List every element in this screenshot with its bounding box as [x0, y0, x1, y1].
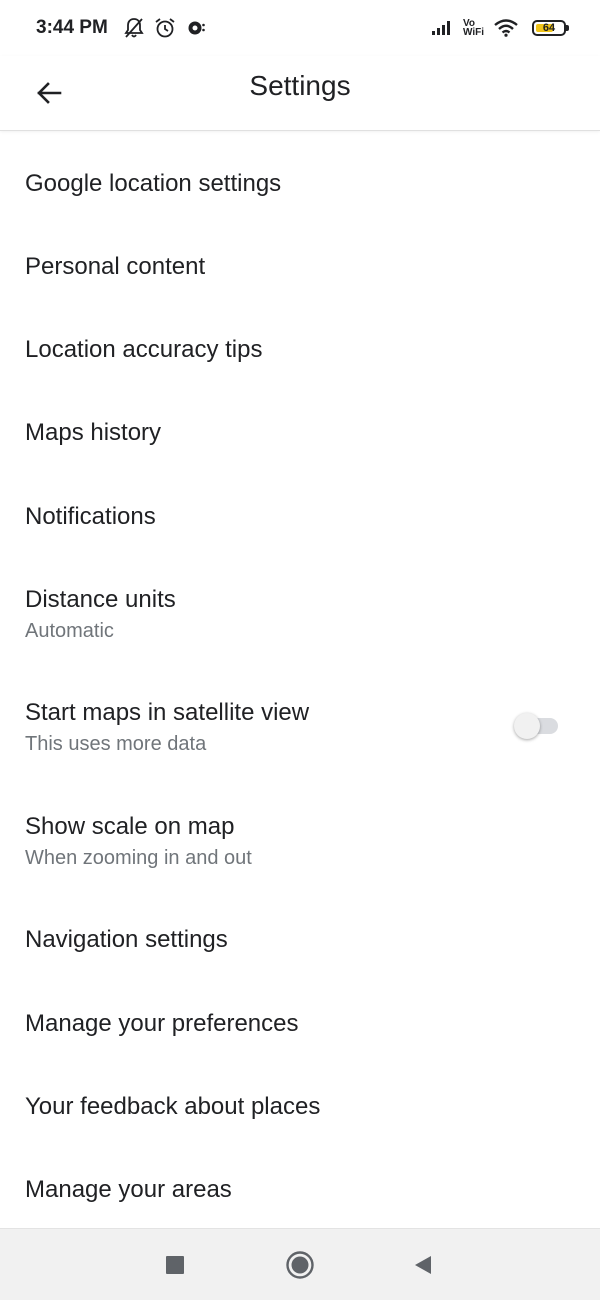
- setting-feedback-places[interactable]: Your feedback about places: [0, 1092, 600, 1122]
- status-bar: 3:44 PM Vo WiFi 64: [0, 0, 600, 56]
- battery-level: 64: [542, 22, 556, 34]
- notifications-off-icon: [124, 17, 144, 39]
- setting-title: Manage your areas: [25, 1176, 232, 1203]
- setting-subtitle: When zooming in and out: [25, 847, 252, 869]
- setting-personal-content[interactable]: Personal content: [0, 252, 600, 282]
- recents-square-icon: [166, 1256, 184, 1274]
- setting-title: Manage your preferences: [25, 1010, 299, 1037]
- status-right: Vo WiFi 64: [431, 19, 569, 38]
- signal-icon: [431, 20, 453, 36]
- setting-title: Location accuracy tips: [25, 336, 263, 363]
- app-bar: Settings: [0, 56, 600, 131]
- setting-title: Google location settings: [25, 170, 282, 197]
- setting-title: Maps history: [25, 419, 162, 446]
- wifi-icon: [494, 19, 518, 37]
- setting-navigation-settings[interactable]: Navigation settings: [0, 925, 600, 955]
- setting-maps-history[interactable]: Maps history: [0, 418, 600, 448]
- vowifi-icon: Vo WiFi: [462, 19, 484, 38]
- satellite-view-toggle[interactable]: [514, 713, 558, 739]
- back-triangle-icon: [415, 1256, 431, 1274]
- system-nav-bar: [0, 1228, 600, 1300]
- recents-button[interactable]: [157, 1247, 193, 1283]
- alarm-icon: [154, 17, 176, 39]
- setting-title: Notifications: [25, 503, 156, 530]
- system-back-button[interactable]: [405, 1247, 441, 1283]
- setting-distance-units[interactable]: Distance units Automatic: [0, 585, 600, 644]
- setting-title: Show scale on map: [25, 813, 235, 840]
- settings-list: Google location settings Personal conten…: [0, 131, 600, 1228]
- home-button[interactable]: [282, 1247, 318, 1283]
- setting-manage-preferences[interactable]: Manage your preferences: [0, 1009, 600, 1039]
- setting-manage-areas[interactable]: Manage your areas: [0, 1175, 600, 1205]
- battery-cap: [566, 25, 569, 31]
- setting-google-location-settings[interactable]: Google location settings: [0, 169, 600, 199]
- setting-location-accuracy-tips[interactable]: Location accuracy tips: [0, 335, 600, 365]
- setting-subtitle: Automatic: [25, 620, 114, 642]
- app-notification-icon: [186, 18, 206, 38]
- setting-satellite-view[interactable]: Start maps in satellite view This uses m…: [0, 698, 600, 757]
- status-left: 3:44 PM: [36, 17, 206, 39]
- setting-title: Your feedback about places: [25, 1093, 321, 1120]
- page-title: Settings: [249, 70, 351, 101]
- screen: 3:44 PM Vo WiFi 64 Settings Google locat…: [0, 0, 600, 1300]
- setting-title: Navigation settings: [25, 926, 228, 953]
- toggle-thumb: [514, 713, 540, 739]
- back-button[interactable]: [22, 66, 76, 120]
- arrow-back-icon: [37, 82, 62, 104]
- battery-icon: 64: [532, 20, 569, 36]
- home-circle-icon: [286, 1251, 314, 1279]
- setting-title: Distance units: [25, 586, 176, 613]
- vowifi-bottom: WiFi: [462, 27, 484, 38]
- setting-notifications[interactable]: Notifications: [0, 502, 600, 532]
- setting-title: Personal content: [25, 253, 206, 280]
- setting-show-scale[interactable]: Show scale on map When zooming in and ou…: [0, 812, 600, 871]
- status-time: 3:44 PM: [36, 17, 108, 38]
